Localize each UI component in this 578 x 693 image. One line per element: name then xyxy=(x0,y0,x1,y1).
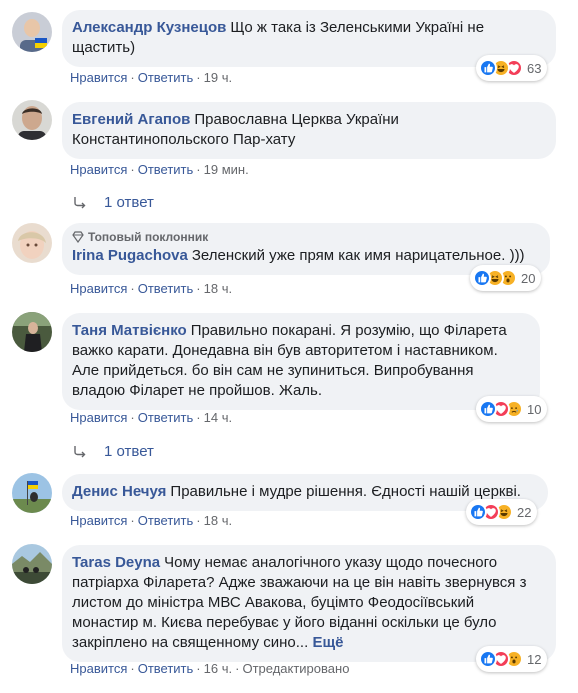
comment-author[interactable]: Евгений Агапов xyxy=(72,111,190,128)
reply-arrow-icon xyxy=(72,195,88,211)
comment-time[interactable]: 19 мин. xyxy=(204,162,249,177)
comment-author[interactable]: Александр Кузнецов xyxy=(72,19,226,36)
edited-label: Отредактировано xyxy=(242,661,350,676)
reply-link[interactable]: Ответить xyxy=(138,162,194,177)
avatar[interactable] xyxy=(12,223,52,263)
like-link[interactable]: Нравится xyxy=(70,410,127,425)
comment-time[interactable]: 16 ч. xyxy=(204,661,232,676)
like-reaction-icon xyxy=(479,650,497,668)
like-link[interactable]: Нравится xyxy=(70,70,127,85)
comment-actions: Нравится · Ответить · 19 мин. xyxy=(70,162,249,177)
like-reaction-icon xyxy=(479,59,497,77)
replies-count[interactable]: 1 ответ xyxy=(104,194,154,211)
comment-actions: Нравится · Ответить · 18 ч. xyxy=(70,281,233,296)
view-replies-link[interactable]: 1 ответ xyxy=(72,194,154,211)
comment-time[interactable]: 19 ч. xyxy=(204,70,232,85)
avatar[interactable] xyxy=(12,312,52,352)
reaction-count: 10 xyxy=(527,401,542,417)
like-link[interactable]: Нравится xyxy=(70,513,127,528)
comment-text: Правильне і мудре рішення. Єдності нашій… xyxy=(170,483,521,500)
reactions-summary[interactable]: 10 xyxy=(476,396,548,422)
view-replies-link[interactable]: 1 ответ xyxy=(72,443,154,460)
comment-bubble: Таня Матвієнко Правильно покарані. Я розу… xyxy=(62,313,540,410)
reactions-summary[interactable]: 63 xyxy=(476,55,548,81)
comment-actions: Нравится · Ответить · 18 ч. xyxy=(70,513,233,528)
replies-count[interactable]: 1 ответ xyxy=(104,443,154,460)
reaction-count: 63 xyxy=(527,60,542,76)
reply-link[interactable]: Ответить xyxy=(138,281,194,296)
comment-author[interactable]: Денис Нечуя xyxy=(72,483,166,500)
reaction-count: 12 xyxy=(527,651,542,667)
reply-arrow-icon xyxy=(72,444,88,460)
reactions-summary[interactable]: 12 xyxy=(476,646,548,672)
like-link[interactable]: Нравится xyxy=(70,162,127,177)
comment-time[interactable]: 18 ч. xyxy=(204,513,232,528)
comment-time[interactable]: 18 ч. xyxy=(204,281,232,296)
reaction-count: 20 xyxy=(521,270,536,286)
comment-text: Зеленский уже прям как имя нарицательное… xyxy=(191,247,525,264)
avatar[interactable] xyxy=(12,544,52,584)
comment-actions: Нравится · Ответить · 14 ч. xyxy=(70,410,233,425)
top-fan-badge: Топовый поклонник xyxy=(72,230,538,244)
avatar[interactable] xyxy=(12,100,52,140)
reply-link[interactable]: Ответить xyxy=(138,661,194,676)
comment-time[interactable]: 14 ч. xyxy=(204,410,232,425)
like-link[interactable]: Нравится xyxy=(70,661,127,676)
avatar[interactable] xyxy=(12,473,52,513)
like-reaction-icon xyxy=(473,269,491,287)
comment-bubble: Евгений Агапов Православна Церква України… xyxy=(62,102,556,159)
diamond-icon xyxy=(72,231,84,243)
like-link[interactable]: Нравится xyxy=(70,281,127,296)
reaction-count: 22 xyxy=(517,504,532,520)
like-reaction-icon xyxy=(469,503,487,521)
reply-link[interactable]: Ответить xyxy=(138,513,194,528)
comment-author[interactable]: Irina Pugachova xyxy=(72,247,188,264)
comment-bubble: Taras Deyna Чому немає аналогічного указу… xyxy=(62,545,556,662)
see-more-link[interactable]: Ещё xyxy=(312,634,343,651)
reply-link[interactable]: Ответить xyxy=(138,410,194,425)
comment-actions: Нравится · Ответить · 16 ч. · Отредактировано xyxy=(70,661,350,676)
reactions-summary[interactable]: 22 xyxy=(466,499,538,525)
like-reaction-icon xyxy=(479,400,497,418)
comment-author[interactable]: Taras Deyna xyxy=(72,554,160,571)
comment-author[interactable]: Таня Матвієнко xyxy=(72,322,187,339)
reactions-summary[interactable]: 20 xyxy=(470,265,542,291)
avatar[interactable] xyxy=(12,12,52,52)
reply-link[interactable]: Ответить xyxy=(138,70,194,85)
comment-actions: Нравится · Ответить · 19 ч. xyxy=(70,70,233,85)
